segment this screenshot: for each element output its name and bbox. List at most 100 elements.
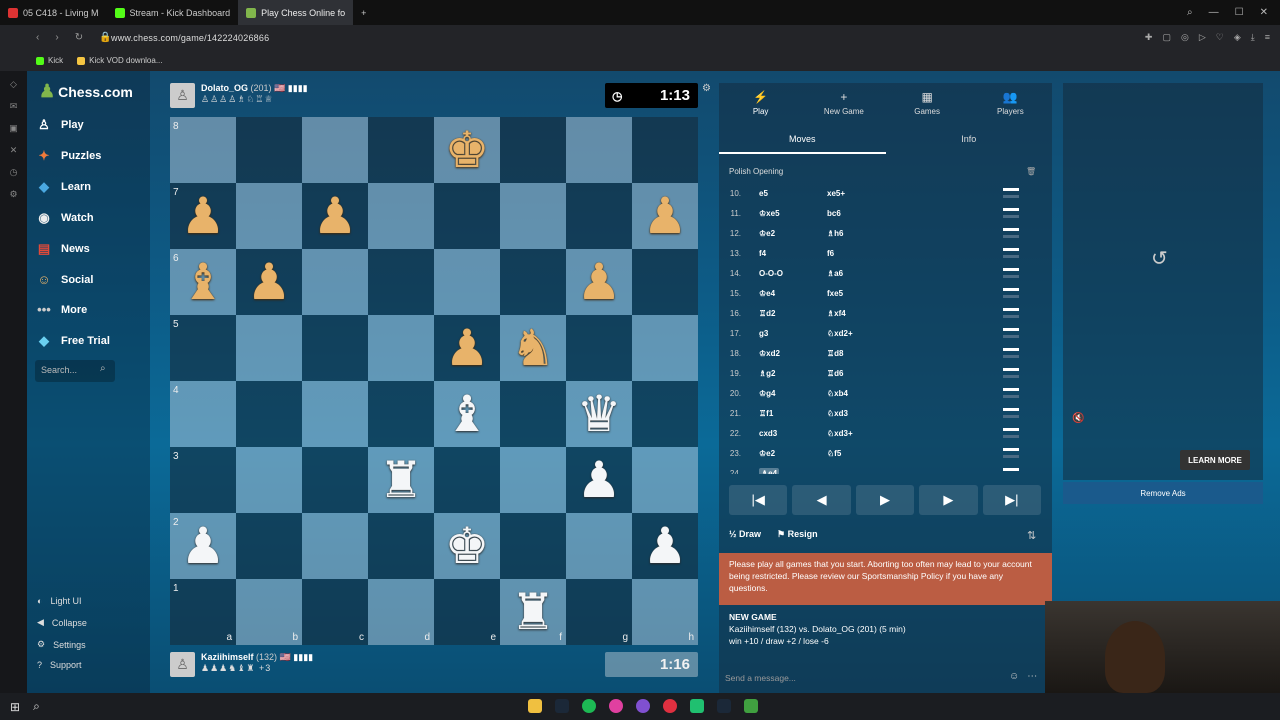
- square-e4[interactable]: ♝: [434, 381, 500, 447]
- play-moves-button[interactable]: ▶: [855, 485, 915, 515]
- tab-games[interactable]: ▦ Games: [886, 83, 969, 122]
- maximize-icon[interactable]: ☐: [1235, 7, 1244, 18]
- square-c6[interactable]: [302, 249, 368, 315]
- square-h6[interactable]: [632, 249, 698, 315]
- more-icon[interactable]: ⋯: [1027, 671, 1037, 682]
- square-a6[interactable]: 6 ♝: [170, 249, 236, 315]
- square-g7[interactable]: [566, 183, 632, 249]
- trash-icon[interactable]: 🗑: [1026, 167, 1036, 176]
- search-icon[interactable]: ⌕: [100, 363, 106, 374]
- emoji-icon[interactable]: ☺: [1009, 671, 1019, 682]
- mute-icon[interactable]: 🔇: [1072, 413, 1084, 424]
- square-c5[interactable]: [302, 315, 368, 381]
- black-move[interactable]: ♗xf4: [827, 309, 846, 318]
- square-e5[interactable]: ♟: [434, 315, 500, 381]
- download-icon[interactable]: ⤓: [1251, 32, 1255, 43]
- square-c7[interactable]: ♟: [302, 183, 368, 249]
- square-g3[interactable]: ♟: [566, 447, 632, 513]
- messenger-icon[interactable]: ✉: [10, 101, 18, 112]
- square-g6[interactable]: ♟: [566, 249, 632, 315]
- next-move-button[interactable]: ▶: [919, 485, 978, 515]
- black-move[interactable]: ♘xd3: [827, 409, 848, 418]
- square-d8[interactable]: [368, 117, 434, 183]
- square-d4[interactable]: [368, 381, 434, 447]
- white-rook-piece[interactable]: ♜: [511, 587, 556, 637]
- square-f7[interactable]: [500, 183, 566, 249]
- back-icon[interactable]: ‹: [36, 32, 39, 43]
- square-h8[interactable]: [632, 117, 698, 183]
- square-g8[interactable]: [566, 117, 632, 183]
- square-h7[interactable]: ♟: [632, 183, 698, 249]
- spotify-icon[interactable]: [582, 699, 596, 713]
- bookmark-icon[interactable]: ✚: [1145, 32, 1153, 43]
- twitter-icon[interactable]: ✕: [10, 145, 18, 156]
- white-bishop-piece[interactable]: ♝: [445, 389, 490, 439]
- square-d1[interactable]: d: [368, 579, 434, 645]
- tab-new-game[interactable]: + New Game: [802, 83, 885, 122]
- square-h2[interactable]: ♟: [632, 513, 698, 579]
- black-pawn-piece[interactable]: ♟: [313, 191, 358, 241]
- square-b2[interactable]: [236, 513, 302, 579]
- square-e7[interactable]: [434, 183, 500, 249]
- app-icon[interactable]: [609, 699, 623, 713]
- black-move[interactable]: bc6: [827, 209, 841, 218]
- browser-tab-music[interactable]: 05 C418 - Living M: [0, 0, 107, 25]
- black-king-piece[interactable]: ♚: [445, 125, 490, 175]
- square-d5[interactable]: [368, 315, 434, 381]
- square-e3[interactable]: [434, 447, 500, 513]
- extensions-icon[interactable]: ◈: [1234, 32, 1241, 43]
- bookmark-kick-vod[interactable]: Kick VOD downloa...: [77, 56, 163, 65]
- square-b4[interactable]: [236, 381, 302, 447]
- nav-free-trial[interactable]: ◆ Free Trial: [35, 333, 110, 349]
- black-move[interactable]: xe5+: [827, 189, 845, 198]
- reload-icon[interactable]: ↻: [75, 32, 83, 43]
- white-pawn-piece[interactable]: ♟: [643, 521, 688, 571]
- white-move[interactable]: cxd3: [759, 429, 777, 438]
- settings-button[interactable]: ⚙ Settings: [37, 639, 86, 650]
- nav-news[interactable]: ▤ News: [35, 241, 90, 257]
- square-f4[interactable]: [500, 381, 566, 447]
- white-move[interactable]: ♖f1: [759, 409, 773, 418]
- white-move[interactable]: ♔xd2: [759, 349, 780, 358]
- square-d2[interactable]: [368, 513, 434, 579]
- square-f1[interactable]: f ♜: [500, 579, 566, 645]
- black-move[interactable]: ♗a6: [827, 269, 843, 278]
- twitch-icon[interactable]: ▣: [9, 123, 18, 134]
- black-knight-piece[interactable]: ♞: [511, 323, 556, 373]
- browser-tab-chess[interactable]: Play Chess Online fo: [238, 0, 354, 25]
- square-g2[interactable]: [566, 513, 632, 579]
- square-a2[interactable]: 2 ♟: [170, 513, 236, 579]
- nav-learn[interactable]: ◆ Learn: [35, 179, 91, 195]
- black-move[interactable]: ♖d6: [827, 369, 844, 378]
- support-button[interactable]: ? Support: [37, 660, 82, 670]
- square-g4[interactable]: ♛: [566, 381, 632, 447]
- black-pawn-piece[interactable]: ♟: [643, 191, 688, 241]
- opening-name[interactable]: Polish Opening: [729, 167, 783, 176]
- black-move[interactable]: ♗h6: [827, 229, 844, 238]
- chesscom-logo[interactable]: ♟ Chess.com: [39, 81, 133, 102]
- black-move[interactable]: fxe5: [827, 289, 843, 298]
- board-settings-icon[interactable]: ⚙: [702, 83, 711, 94]
- square-c8[interactable]: [302, 117, 368, 183]
- square-e6[interactable]: [434, 249, 500, 315]
- white-pawn-piece[interactable]: ♟: [181, 521, 226, 571]
- tab-players[interactable]: 👥 Players: [969, 83, 1052, 122]
- square-h4[interactable]: [632, 381, 698, 447]
- draw-button[interactable]: ½ Draw: [729, 529, 761, 540]
- history-icon[interactable]: ◷: [10, 167, 18, 178]
- forward-icon[interactable]: ›: [55, 32, 58, 43]
- white-move[interactable]: ♗e4: [759, 467, 780, 474]
- square-c1[interactable]: c: [302, 579, 368, 645]
- heart-icon[interactable]: ♡: [1216, 32, 1224, 43]
- learn-more-button[interactable]: LEARN MORE: [1180, 450, 1250, 470]
- square-a4[interactable]: 4: [170, 381, 236, 447]
- white-move[interactable]: g3: [759, 329, 768, 338]
- white-move[interactable]: ♔e2: [759, 229, 775, 238]
- square-c3[interactable]: [302, 447, 368, 513]
- square-f8[interactable]: [500, 117, 566, 183]
- black-bishop-piece[interactable]: ♝: [181, 257, 226, 307]
- nav-watch[interactable]: ◉ Watch: [35, 210, 93, 226]
- black-move[interactable]: ♘xd2+: [827, 329, 853, 338]
- xbox-icon[interactable]: [744, 699, 758, 713]
- file-explorer-icon[interactable]: [528, 699, 542, 713]
